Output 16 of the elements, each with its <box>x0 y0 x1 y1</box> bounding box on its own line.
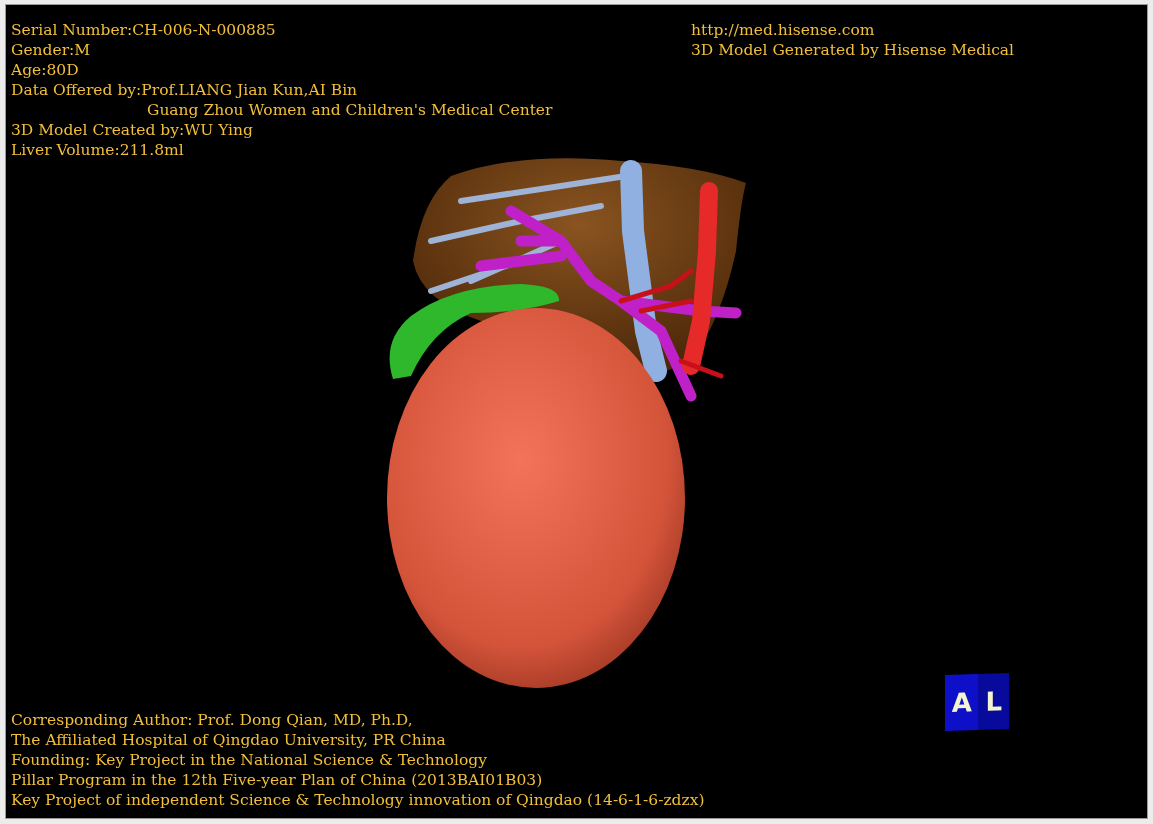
info-line: Data Offered by:Prof.LIANG Jian Kun,AI Bin <box>11 80 359 100</box>
orientation-cube-icon[interactable]: A L <box>945 672 1009 732</box>
info-line: Founding: Key Project in the National Science & Technology <box>11 750 488 770</box>
info-line: 3D Model Created by:WU Ying <box>11 120 254 140</box>
organ-model-drawing[interactable] <box>387 158 746 688</box>
info-line: 3D Model Generated by Hisense Medical <box>691 40 1016 60</box>
info-line: Liver Volume:211.8ml <box>11 140 185 160</box>
info-line: The Affiliated Hospital of Qingdao University, PR China <box>11 730 447 750</box>
info-line: Guang Zhou Women and Children's Medical Center <box>146 100 554 120</box>
info-line: Gender:M <box>11 40 92 60</box>
info-line: Pillar Program in the 12th Five-year Plan of China (2013BAI01B03) <box>11 770 544 790</box>
info-line: Corresponding Author: Prof. Dong Qian, MD, Ph.D, <box>11 710 414 730</box>
info-line: Age:80D <box>11 60 80 80</box>
info-line: Key Project of independent Science & Technology innovation of Qingdao (14-6-1-6-zdzx) <box>11 790 706 810</box>
info-line: http://med.hisense.com <box>691 20 876 40</box>
info-line: Serial Number:CH-006-N-000885 <box>11 20 277 40</box>
